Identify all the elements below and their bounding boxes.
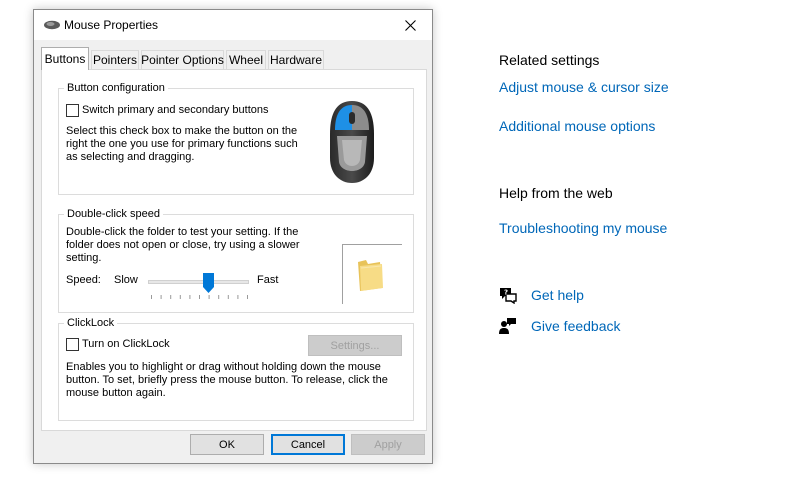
title-bar[interactable]: Mouse Properties xyxy=(34,10,432,40)
clicklock-title: ClickLock xyxy=(64,316,118,330)
mouse-properties-dialog: Mouse Properties Buttons Pointers Pointe… xyxy=(33,9,433,464)
fast-label: Fast xyxy=(257,274,279,286)
close-button[interactable] xyxy=(388,10,432,40)
folder-icon[interactable] xyxy=(356,258,384,292)
cancel-button[interactable]: Cancel xyxy=(271,434,345,455)
give-feedback-icon xyxy=(499,318,516,334)
adjust-mouse-cursor-size-link[interactable]: Adjust mouse & cursor size xyxy=(499,79,669,95)
clicklock-group: ClickLock Turn on ClickLock Settings... … xyxy=(58,316,414,421)
tab-pointers[interactable]: Pointers xyxy=(91,50,139,69)
speed-slider-track[interactable] xyxy=(148,280,249,284)
tab-wheel[interactable]: Wheel xyxy=(226,50,266,69)
test-folder-area[interactable] xyxy=(342,244,402,304)
double-click-speed-group: Double-click speed Double-click the fold… xyxy=(58,207,414,313)
tab-pointer-options[interactable]: Pointer Options xyxy=(141,50,224,69)
clicklock-settings-button[interactable]: Settings... xyxy=(308,335,402,356)
related-settings-heading: Related settings xyxy=(499,52,600,68)
switch-buttons-label[interactable]: Switch primary and secondary buttons xyxy=(82,104,268,117)
mouse-app-icon xyxy=(44,20,60,30)
additional-mouse-options-link[interactable]: Additional mouse options xyxy=(499,118,655,134)
speed-slider-ticks xyxy=(151,295,248,299)
clicklock-description: Enables you to highlight or drag without… xyxy=(66,361,388,399)
svg-text:?: ? xyxy=(504,289,508,297)
speed-slider-thumb[interactable] xyxy=(203,273,215,293)
give-feedback-link[interactable]: Give feedback xyxy=(531,318,621,334)
get-help-icon: ? xyxy=(500,288,517,304)
button-configuration-description: Select this check box to make the button… xyxy=(66,125,298,163)
tab-hardware[interactable]: Hardware xyxy=(268,50,324,69)
switch-buttons-checkbox[interactable] xyxy=(66,104,79,117)
mouse-illustration-icon xyxy=(330,101,374,183)
close-icon xyxy=(404,19,416,31)
clicklock-label[interactable]: Turn on ClickLock xyxy=(82,338,170,351)
get-help-link[interactable]: Get help xyxy=(531,287,584,303)
double-click-speed-title: Double-click speed xyxy=(64,207,163,221)
troubleshooting-mouse-link[interactable]: Troubleshooting my mouse xyxy=(499,220,667,236)
buttons-tab-panel: Button configuration Switch primary and … xyxy=(41,69,427,431)
speed-label: Speed: xyxy=(66,274,101,286)
double-click-description: Double-click the folder to test your set… xyxy=(66,226,300,264)
apply-button[interactable]: Apply xyxy=(351,434,425,455)
help-from-web-heading: Help from the web xyxy=(499,185,613,201)
button-configuration-group: Button configuration Switch primary and … xyxy=(58,81,414,195)
tab-buttons[interactable]: Buttons xyxy=(41,47,89,70)
slow-label: Slow xyxy=(114,274,138,286)
ok-button[interactable]: OK xyxy=(190,434,264,455)
window-title: Mouse Properties xyxy=(64,18,159,32)
button-configuration-title: Button configuration xyxy=(64,81,168,95)
clicklock-checkbox[interactable] xyxy=(66,338,79,351)
